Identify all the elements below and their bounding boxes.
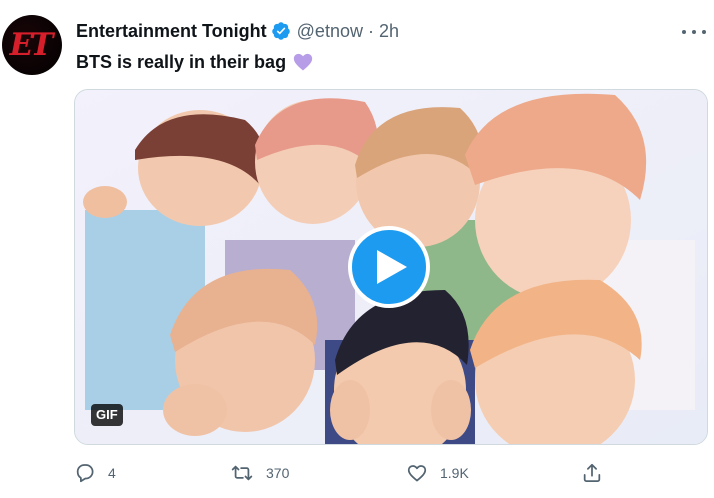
tweet-timestamp[interactable]: 2h <box>379 21 399 42</box>
share-button[interactable] <box>581 458 603 488</box>
play-button[interactable] <box>348 226 430 308</box>
reply-icon <box>76 464 94 483</box>
share-icon <box>583 463 601 482</box>
more-options-icon[interactable] <box>682 22 706 42</box>
like-count: 1.9K <box>440 465 469 481</box>
tweet-actions: 4 370 1.9K <box>72 458 712 488</box>
gif-badge: GIF <box>91 404 123 426</box>
author-avatar[interactable]: ET <box>2 15 62 75</box>
author-name[interactable]: Entertainment Tonight <box>76 21 267 42</box>
verified-badge-icon <box>271 21 291 41</box>
tweet-text: BTS is really in their bag <box>76 50 314 74</box>
tweet[interactable]: ET Entertainment Tonight @etnow · 2h BTS… <box>0 0 714 498</box>
reply-count: 4 <box>108 465 116 481</box>
media-gif[interactable]: GIF <box>74 89 708 445</box>
heart-icon <box>407 465 427 482</box>
tweet-header: Entertainment Tonight @etnow · 2h <box>76 19 399 43</box>
header-separator: · <box>367 20 374 41</box>
author-handle[interactable]: @etnow <box>297 21 363 42</box>
retweet-count: 370 <box>266 465 290 481</box>
play-icon <box>377 250 407 284</box>
like-button[interactable]: 1.9K <box>406 458 469 488</box>
tweet-text-body: BTS is really in their bag <box>76 51 287 72</box>
reply-button[interactable]: 4 <box>74 458 116 488</box>
retweet-icon <box>231 465 253 481</box>
purple-heart-icon <box>292 51 314 73</box>
retweet-button[interactable]: 370 <box>230 458 289 488</box>
avatar-logo: ET <box>9 27 54 63</box>
